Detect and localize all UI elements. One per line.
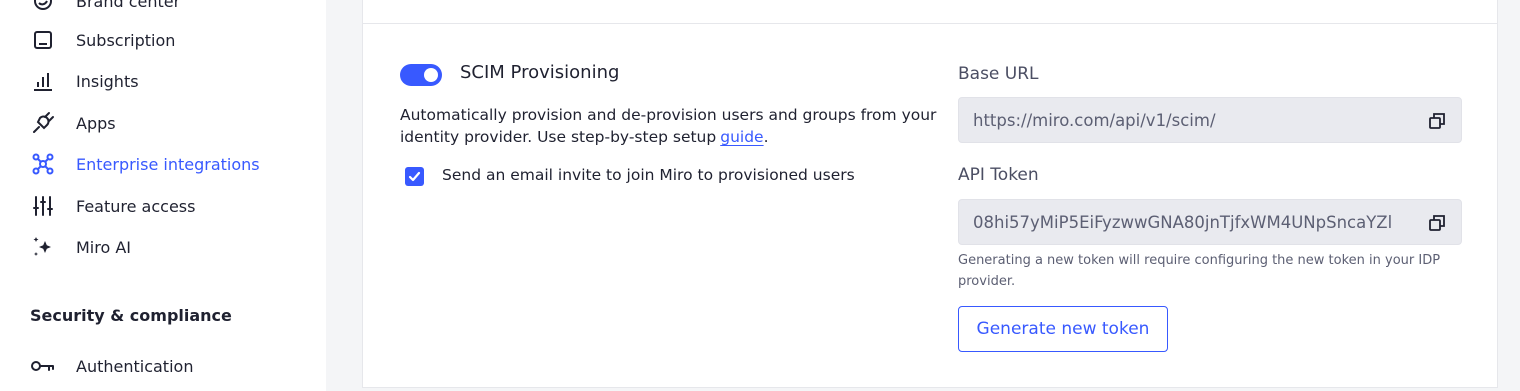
key-icon bbox=[30, 353, 56, 379]
insights-chart-icon bbox=[30, 68, 56, 94]
email-invite-checkbox[interactable] bbox=[405, 167, 424, 186]
sidebar-item-label: Subscription bbox=[76, 30, 176, 50]
base-url-label: Base URL bbox=[958, 64, 1039, 84]
sidebar-item-label: Miro AI bbox=[76, 237, 132, 257]
generate-new-token-button[interactable]: Generate new token bbox=[958, 306, 1168, 352]
brand-center-icon bbox=[30, 0, 56, 14]
sparkle-icon bbox=[30, 234, 56, 260]
sidebar-item-enterprise-integrations[interactable]: Enterprise integrations bbox=[30, 149, 260, 179]
api-token-label: API Token bbox=[958, 165, 1039, 185]
sidebar-item-feature-access[interactable]: Feature access bbox=[30, 191, 195, 221]
previous-card bbox=[362, 0, 1498, 24]
copy-icon[interactable] bbox=[1427, 213, 1447, 233]
copy-icon[interactable] bbox=[1427, 111, 1447, 131]
scim-toggle[interactable] bbox=[400, 64, 442, 86]
scim-description: Automatically provision and de-provision… bbox=[400, 104, 940, 148]
scim-description-text: Automatically provision and de-provision… bbox=[400, 106, 937, 146]
sidebar-item-label: Brand center bbox=[76, 0, 181, 11]
scim-title: SCIM Provisioning bbox=[460, 62, 620, 83]
sidebar-item-label: Apps bbox=[76, 113, 116, 133]
email-invite-label: Send an email invite to join Miro to pro… bbox=[442, 166, 855, 184]
base-url-input[interactable] bbox=[973, 110, 1417, 130]
subscription-icon bbox=[30, 27, 56, 53]
scim-provisioning-card: SCIM Provisioning Automatically provisio… bbox=[362, 24, 1498, 388]
sidebar-item-label: Feature access bbox=[76, 196, 196, 216]
sidebar-item-subscription[interactable]: Subscription bbox=[30, 25, 175, 55]
sidebar-item-label: Enterprise integrations bbox=[76, 154, 260, 174]
sidebar-item-authentication[interactable]: Authentication bbox=[30, 351, 193, 381]
sidebar-item-brand-center[interactable]: Brand center bbox=[30, 0, 180, 16]
api-token-field[interactable] bbox=[958, 199, 1462, 245]
token-hint: Generating a new token will require conf… bbox=[958, 253, 1441, 289]
sidebar-section-heading: Security & compliance bbox=[30, 306, 232, 325]
api-token-input[interactable] bbox=[973, 212, 1417, 232]
guide-link[interactable]: guide bbox=[720, 128, 763, 146]
scim-description-end: . bbox=[763, 128, 769, 146]
sliders-icon bbox=[30, 193, 56, 219]
base-url-field[interactable] bbox=[958, 97, 1462, 143]
sidebar-item-label: Insights bbox=[76, 71, 139, 91]
integrations-icon bbox=[30, 151, 56, 177]
sidebar-item-insights[interactable]: Insights bbox=[30, 66, 139, 96]
toggle-knob bbox=[424, 68, 438, 82]
main-content: SCIM Provisioning Automatically provisio… bbox=[326, 0, 1520, 391]
sidebar-item-miro-ai[interactable]: Miro AI bbox=[30, 232, 131, 262]
sidebar-item-label: Authentication bbox=[76, 356, 194, 376]
sidebar: Brand center Subscription Insights Apps … bbox=[0, 0, 326, 391]
plug-icon bbox=[30, 110, 56, 136]
sidebar-item-apps[interactable]: Apps bbox=[30, 108, 116, 138]
checkmark-icon bbox=[408, 171, 421, 182]
